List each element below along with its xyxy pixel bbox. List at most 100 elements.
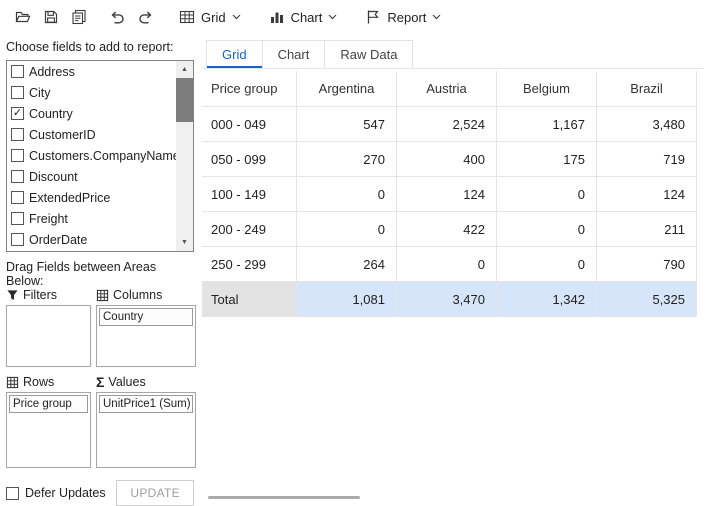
field-item[interactable]: Address [7,61,176,82]
pivot-header-row: Price groupArgentinaAustriaBelgiumBrazil [202,71,697,107]
open-button[interactable] [10,4,36,30]
value-cell: 3,480 [597,107,697,142]
field-item[interactable]: CustomerID [7,124,176,145]
value-cell: 0 [497,177,597,212]
field-list[interactable]: Address City ✓ Country CustomerID Customers.C… [6,60,194,252]
value-cell: 2,524 [397,107,497,142]
field-checkbox[interactable] [11,86,24,99]
report-icon [365,9,381,25]
chart-icon [269,9,285,25]
field-item[interactable]: Discount [7,166,176,187]
value-cell: 124 [597,177,697,212]
row-label: 050 - 099 [202,142,297,177]
column-header: Argentina [297,71,397,107]
table-row: 250 - 29926400790 [202,247,697,282]
field-checkbox[interactable] [11,212,24,225]
field-chip[interactable]: Country [99,308,193,326]
tab-chart[interactable]: Chart [262,40,326,68]
undo-button[interactable] [104,4,130,30]
column-header: Austria [397,71,497,107]
tab-raw-data[interactable]: Raw Data [324,40,413,68]
values-area-label: Σ Values [96,372,196,392]
area-label-text: Columns [113,288,162,302]
values-drop-area[interactable]: UnitPrice1 (Sum) [96,392,196,468]
drag-areas-label: Drag Fields between Areas Below: [6,260,196,278]
field-list-scrollbar[interactable]: ▲ ▼ [176,61,193,251]
value-cell: 0 [297,177,397,212]
filters-area-label: Filters [6,285,91,305]
field-chip[interactable]: Price group [9,395,88,413]
value-cell: 1,342 [497,282,597,317]
field-label: City [29,86,51,100]
field-label: Country [29,107,73,121]
field-label: Address [29,65,75,79]
field-item[interactable]: Freight [7,208,176,229]
redo-icon [137,9,154,26]
grid-menu[interactable]: Grid [172,5,248,29]
field-checkbox[interactable] [11,191,24,204]
field-item[interactable]: ✓ Country [7,103,176,124]
area-label-text: Rows [23,375,54,389]
field-checkbox[interactable] [11,233,24,246]
horizontal-scrollbar[interactable] [208,496,360,499]
redo-button[interactable] [132,4,158,30]
field-item[interactable]: ExtendedPrice [7,187,176,208]
sigma-icon: Σ [96,375,104,389]
chart-menu[interactable]: Chart [262,5,345,29]
field-checkbox[interactable] [11,149,24,162]
table-row: 200 - 24904220211 [202,212,697,247]
column-header: Price group [202,71,297,107]
columns-drop-area[interactable]: Country [96,305,196,367]
table-row: 050 - 099270400175719 [202,142,697,177]
field-chip[interactable]: UnitPrice1 (Sum) [99,395,193,413]
rows-grid-icon [6,376,19,389]
save-icon [43,9,59,25]
chevron-down-icon [432,14,441,20]
defer-updates-checkbox[interactable] [6,487,19,500]
value-cell: 1,081 [297,282,397,317]
row-label: Total [202,282,297,317]
drop-areas: Filters Columns Country Rows Σ Values Pr… [6,280,196,468]
total-row: Total1,0813,4701,3425,325 [202,282,697,317]
save-button[interactable] [38,4,64,30]
report-menu[interactable]: Report [358,5,448,29]
row-label: 200 - 249 [202,212,297,247]
folder-open-icon [15,9,31,25]
value-cell: 175 [497,142,597,177]
field-checkbox[interactable]: ✓ [11,107,24,120]
scroll-down-arrow[interactable]: ▼ [176,234,193,251]
chart-menu-label: Chart [291,10,323,25]
field-checkbox[interactable] [11,65,24,78]
table-row: 000 - 0495472,5241,1673,480 [202,107,697,142]
rows-drop-area[interactable]: Price group [6,392,91,468]
row-label: 000 - 049 [202,107,297,142]
field-panel: Choose fields to add to report: AddressC… [6,40,196,502]
area-label-text: Filters [23,288,57,302]
pivot-view: GridChartRaw Data Price groupArgentinaAu… [202,40,704,502]
field-item[interactable]: OrderDate [7,229,176,250]
field-checkbox[interactable] [11,128,24,141]
field-item[interactable]: Customers.CompanyName [7,145,176,166]
field-list-items: Address City ✓ Country CustomerID Customers.C… [7,61,176,250]
field-label: Customers.CompanyName [29,149,180,163]
scrollbar-thumb[interactable] [176,78,193,122]
field-label: Discount [29,170,78,184]
tab-strip: GridChartRaw Data [202,40,704,69]
update-button[interactable]: UPDATE [116,480,194,506]
value-cell: 547 [297,107,397,142]
value-cell: 264 [297,247,397,282]
scroll-up-arrow[interactable]: ▲ [176,61,193,78]
save-as-button[interactable] [66,4,92,30]
value-cell: 0 [497,247,597,282]
field-checkbox[interactable] [11,170,24,183]
toolbar: Grid Chart Report [0,0,708,34]
value-cell: 400 [397,142,497,177]
value-cell: 0 [497,212,597,247]
value-cell: 422 [397,212,497,247]
field-item[interactable]: City [7,82,176,103]
defer-updates-row: Defer Updates UPDATE [6,480,194,506]
filters-drop-area[interactable] [6,305,91,367]
field-label: ExtendedPrice [29,191,110,205]
tab-grid[interactable]: Grid [206,40,263,68]
field-label: CustomerID [29,128,96,142]
